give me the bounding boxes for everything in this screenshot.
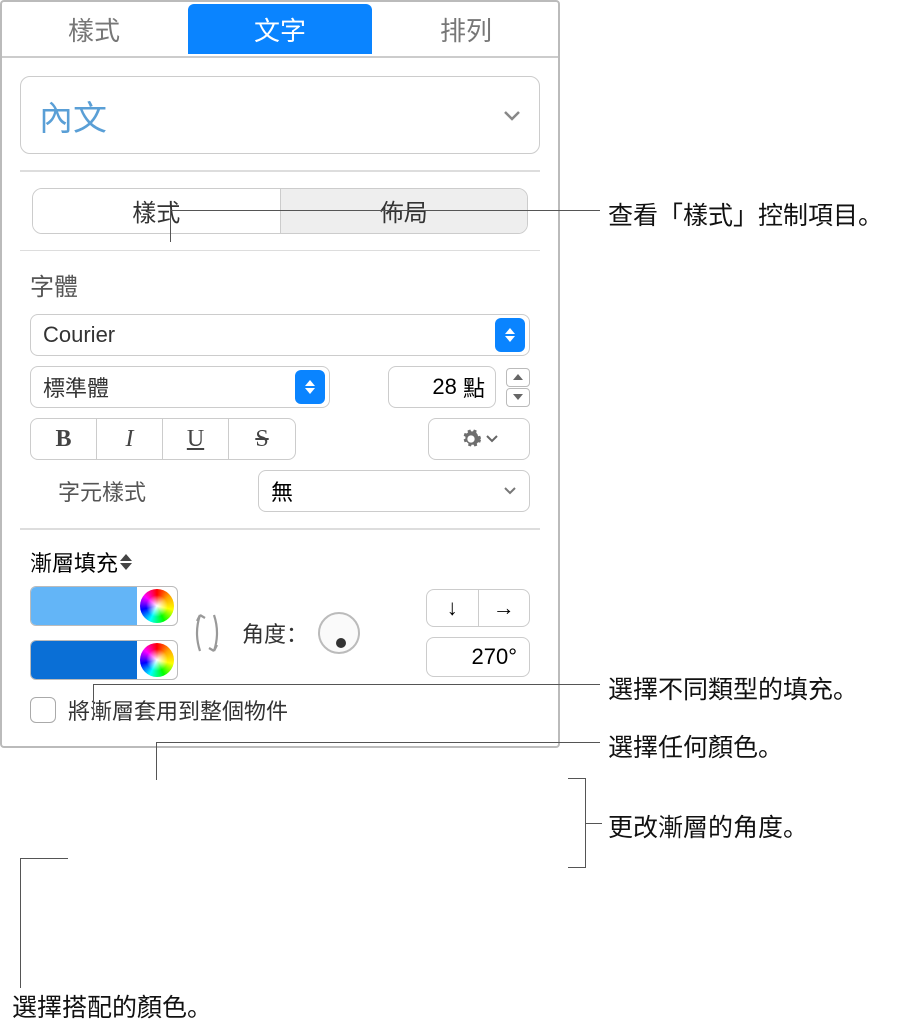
color-swatch-2[interactable]: [31, 641, 137, 679]
direction-right-button[interactable]: →: [479, 590, 530, 626]
apply-gradient-label: 將漸層套用到整個物件: [68, 694, 288, 726]
font-section-label: 字體: [30, 267, 530, 302]
callout-text: 查看「樣式」控制項目。: [608, 196, 883, 232]
swap-colors-button[interactable]: [192, 608, 222, 658]
divider: [20, 250, 540, 252]
callout-lead: [586, 823, 602, 824]
chevron-down-icon: [503, 109, 521, 121]
callout-text: 選擇不同類型的填充。: [608, 670, 858, 706]
callout-lead: [20, 858, 68, 859]
callout-text: 選擇任何顏色。: [608, 728, 783, 764]
font-family-value: Courier: [43, 322, 115, 348]
paragraph-style-select[interactable]: 內文: [20, 76, 540, 154]
callout-lead: [156, 742, 157, 780]
color-wheel-icon[interactable]: [140, 643, 174, 677]
text-format-group: B I U S: [30, 418, 296, 460]
divider: [20, 170, 540, 172]
callout-lead: [156, 742, 600, 743]
character-style-label: 字元樣式: [58, 475, 258, 507]
updown-icon: [495, 318, 525, 352]
callout-lead: [170, 210, 600, 211]
chevron-down-icon: [503, 486, 517, 496]
fill-type-select[interactable]: [120, 554, 132, 570]
typeface-value: 標準體: [43, 371, 109, 403]
stepper-up[interactable]: [506, 368, 530, 387]
gradient-color-wells: [30, 586, 178, 680]
gear-icon: [460, 428, 482, 450]
character-style-value: 無: [271, 475, 293, 507]
tab-style[interactable]: 樣式: [2, 2, 186, 56]
font-family-select[interactable]: Courier: [30, 314, 530, 356]
paragraph-style-label: 內文: [39, 91, 107, 140]
apply-gradient-checkbox[interactable]: [30, 697, 56, 723]
advanced-options-button[interactable]: [428, 418, 530, 460]
character-style-select[interactable]: 無: [258, 470, 530, 512]
callout-lead: [93, 684, 94, 720]
callout-text: 選擇搭配的顏色。: [12, 988, 212, 1024]
callout-lead: [20, 858, 21, 988]
callout-bracket: [568, 778, 586, 868]
typeface-select[interactable]: 標準體: [30, 366, 330, 408]
updown-icon: [295, 370, 325, 404]
direction-down-button[interactable]: ↓: [427, 590, 479, 626]
italic-button[interactable]: I: [97, 419, 163, 459]
color-wheel-icon[interactable]: [140, 589, 174, 623]
bold-button[interactable]: B: [31, 419, 97, 459]
gradient-controls: 角度： ↓ → 270°: [30, 586, 530, 680]
font-size-field[interactable]: 28 點: [388, 366, 496, 408]
callout-lead: [170, 210, 171, 242]
color-swatch-1[interactable]: [31, 587, 137, 625]
gradient-color-2: [30, 640, 178, 680]
tab-text[interactable]: 文字: [188, 4, 372, 54]
strikethrough-button[interactable]: S: [229, 419, 295, 459]
gradient-color-1: [30, 586, 178, 626]
callout-lead: [93, 684, 600, 685]
chevron-down-icon: [486, 435, 498, 443]
stepper-down[interactable]: [506, 388, 530, 407]
format-inspector-panel: 樣式 文字 排列 內文 樣式 佈局 字體 Courier 標準體 28 點: [0, 0, 560, 748]
angle-label: 角度：: [242, 617, 308, 649]
fill-type-label: 漸層填充: [30, 546, 118, 578]
underline-button[interactable]: U: [163, 419, 229, 459]
angle-field[interactable]: 270°: [426, 637, 530, 677]
divider: [20, 528, 540, 530]
angle-dial[interactable]: [318, 612, 360, 654]
tab-arrange[interactable]: 排列: [374, 2, 558, 56]
gradient-direction-segmented: ↓ →: [426, 589, 530, 627]
inspector-top-tabs: 樣式 文字 排列: [2, 2, 558, 58]
callout-text: 更改漸層的角度。: [608, 808, 808, 844]
font-size-stepper: [506, 368, 530, 407]
